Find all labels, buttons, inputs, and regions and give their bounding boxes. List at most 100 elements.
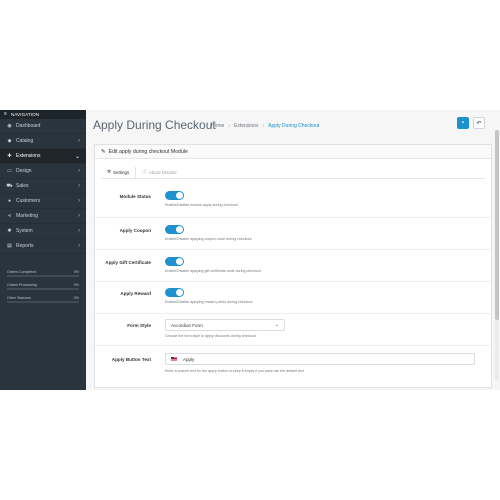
tab-divider <box>101 178 485 179</box>
back-button[interactable]: ↶ <box>473 117 485 129</box>
chevron-down-icon: ⌄ <box>274 322 279 328</box>
form-row-apply-button-text: Apply Button Text Apply Enter a custom t… <box>95 346 491 382</box>
sidebar-item-label: Sales <box>16 183 29 189</box>
chevron-right-icon: › <box>78 228 80 234</box>
pencil-icon: ✎ <box>101 148 106 155</box>
form-style-select[interactable]: Accordion Form ⌄ <box>165 319 285 331</box>
breadcrumb-separator: › <box>228 123 231 129</box>
form-row-form-style: Form Style Accordion Form ⌄ Choose the f… <box>95 314 491 346</box>
tag-icon: ◆ <box>7 138 12 144</box>
form-style-value: Accordion Form <box>171 322 203 328</box>
page-title: Apply During Checkout <box>93 118 216 132</box>
navigation-header: ≡ NAVIGATION <box>0 110 86 119</box>
tab-label: About Module <box>148 169 177 175</box>
progress-bar <box>7 288 79 290</box>
dashboard-icon: ◉ <box>7 123 12 129</box>
breadcrumb-current[interactable]: Apply During Checkout <box>268 123 319 129</box>
sidebar-item-design[interactable]: ▭ Design › <box>0 164 86 179</box>
sidebar-item-label: Dashboard <box>16 123 41 129</box>
form-style-label: Form Style <box>127 323 151 328</box>
save-icon: ▪ <box>461 120 465 126</box>
save-button[interactable]: ▪ <box>457 117 469 129</box>
chevron-right-icon: › <box>78 243 80 249</box>
form-row-apply-coupon: Apply Coupon Enable/Disable applying cou… <box>95 218 491 250</box>
apply-button-text-value: Apply <box>183 356 195 362</box>
tab-settings[interactable]: ⚒ Settings <box>101 167 135 178</box>
main-content: Apply During Checkout Home › Extensions … <box>86 110 500 390</box>
progress-label: Orders Completed <box>7 270 37 274</box>
apply-coupon-toggle[interactable] <box>165 225 184 234</box>
form-style-help: Choose the form style to apply discounts… <box>165 334 257 338</box>
panel-heading: ✎ Edit apply during checkout Module <box>95 145 491 159</box>
apply-button-text-label: Apply Button Text <box>111 357 151 362</box>
progress-label: Orders Processing <box>7 283 37 287</box>
sidebar-item-customers[interactable]: ● Customers › <box>0 194 86 209</box>
sidebar-item-label: Catalog <box>16 138 34 144</box>
user-icon: ● <box>7 198 12 204</box>
sidebar-item-label: Reports <box>16 243 34 249</box>
gear-icon: ✱ <box>7 228 12 234</box>
sidebar-item-label: Design <box>16 168 32 174</box>
menu-icon[interactable]: ≡ <box>4 112 9 117</box>
sidebar-item-label: Marketing <box>16 213 38 219</box>
panel-title: Edit apply during checkout Module <box>108 148 188 155</box>
progress-bar <box>7 301 79 303</box>
apply-gift-label: Apply Gift Certificate <box>105 260 151 265</box>
sidebar-item-dashboard[interactable]: ◉ Dashboard <box>0 119 86 134</box>
breadcrumb-separator: › <box>262 123 265 129</box>
sidebar-item-label: Customers <box>16 198 41 204</box>
progress-orders-processing: Orders Processing 0% <box>7 283 79 290</box>
toggle-knob <box>176 226 183 233</box>
wrench-icon: ⚒ <box>107 169 112 174</box>
sidebar-item-system[interactable]: ✱ System › <box>0 224 86 239</box>
toggle-knob <box>176 258 183 265</box>
module-status-help: Enable/Disable module apply during check… <box>165 203 238 207</box>
sidebar-item-reports[interactable]: ▤ Reports › <box>0 239 86 254</box>
tab-about-module[interactable]: ⓘ About Module <box>135 167 182 178</box>
apply-gift-toggle[interactable] <box>165 257 184 266</box>
module-status-label: Module Status <box>119 194 151 199</box>
flag-icon <box>171 357 177 361</box>
breadcrumb-extensions[interactable]: Extensions <box>234 123 258 129</box>
scrollbar[interactable] <box>495 130 499 380</box>
breadcrumb: Home › Extensions › Apply During Checkou… <box>211 123 319 129</box>
tab-label: Settings <box>113 169 130 175</box>
breadcrumb-home[interactable]: Home <box>211 123 224 129</box>
sidebar-item-label: System <box>16 228 33 234</box>
sidebar-item-extensions[interactable]: ✚ Extensions ⌄ <box>0 149 86 164</box>
bar-chart-icon: ▤ <box>7 243 12 249</box>
apply-button-text-help: Enter a custom text for the apply button… <box>165 369 304 373</box>
toggle-knob <box>176 289 183 296</box>
info-icon: ⓘ <box>142 169 147 174</box>
sidebar-item-label: Extensions <box>16 153 41 159</box>
chevron-right-icon: › <box>78 198 80 204</box>
scrollbar-thumb[interactable] <box>495 130 499 320</box>
apply-coupon-label: Apply Coupon <box>119 228 151 233</box>
progress-orders-completed: Orders Completed 0% <box>7 270 79 277</box>
progress-other-statuses: Other Statuses 0% <box>7 296 79 303</box>
form-row-module-status: Module Status Enable/Disable module appl… <box>95 185 491 218</box>
sidebar-item-sales[interactable]: ⛟ Sales › <box>0 179 86 194</box>
reply-icon: ↶ <box>476 120 482 127</box>
progress-bar <box>7 275 79 277</box>
chevron-down-icon: ⌄ <box>74 153 80 160</box>
progress-value: 0% <box>73 270 79 274</box>
chevron-right-icon: › <box>78 138 80 144</box>
progress-label: Other Statuses <box>7 296 31 300</box>
apply-button-text-input[interactable]: Apply <box>165 353 475 365</box>
module-status-toggle[interactable] <box>165 191 184 200</box>
cart-icon: ⛟ <box>6 182 13 189</box>
navigation-header-label: NAVIGATION <box>11 112 40 117</box>
tab-bar: ⚒ Settings ⓘ About Module <box>101 167 183 178</box>
form-row-apply-reward: Apply Reward Enable/Disable applying rew… <box>95 282 491 314</box>
apply-reward-help: Enable/Disable applying reward points du… <box>165 300 253 304</box>
puzzle-icon: ✚ <box>7 153 12 159</box>
sidebar-item-marketing[interactable]: ⋖ Marketing › <box>0 209 86 224</box>
edit-module-panel: ✎ Edit apply during checkout Module ⚒ Se… <box>94 144 492 388</box>
progress-value: 0% <box>73 296 79 300</box>
apply-reward-label: Apply Reward <box>120 291 151 296</box>
apply-gift-help: Enable/Disable applying gift certificate… <box>165 269 261 273</box>
apply-reward-toggle[interactable] <box>165 288 184 297</box>
sidebar-item-catalog[interactable]: ◆ Catalog › <box>0 134 86 149</box>
chevron-right-icon: › <box>78 183 80 189</box>
